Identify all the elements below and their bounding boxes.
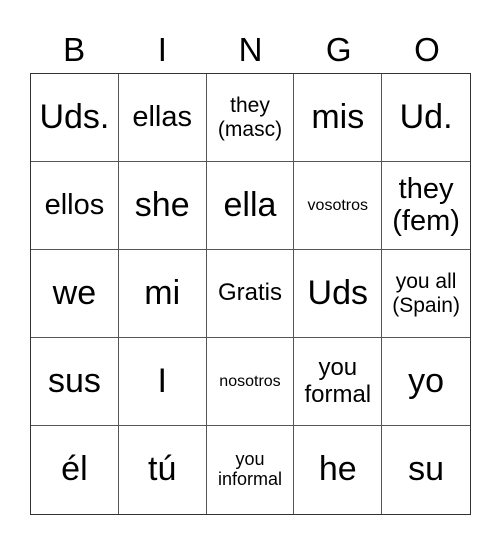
header-letter-i: I <box>157 31 167 68</box>
bingo-cell[interactable]: Uds. <box>31 74 119 162</box>
bingo-cell[interactable]: yo <box>382 338 470 426</box>
free-space-cell[interactable]: Gratis <box>206 250 295 338</box>
bingo-cell[interactable]: Ud. <box>382 74 470 162</box>
bingo-cell[interactable]: él <box>31 426 119 514</box>
bingo-cell[interactable]: they (masc) <box>206 74 295 162</box>
bingo-cell[interactable]: nosotros <box>206 338 295 426</box>
bingo-cell[interactable]: she <box>118 162 207 250</box>
bingo-cell[interactable]: he <box>294 426 383 514</box>
bingo-cell[interactable]: vosotros <box>294 162 383 250</box>
bingo-cell[interactable]: Uds <box>294 250 383 338</box>
bingo-cell[interactable]: you informal <box>207 426 295 514</box>
bingo-cell[interactable]: they (fem) <box>382 162 470 250</box>
bingo-cell[interactable]: tú <box>119 426 207 514</box>
bingo-cell[interactable]: you all (Spain) <box>382 250 470 338</box>
bingo-cell[interactable]: mi <box>118 250 207 338</box>
bingo-cell[interactable]: I <box>118 338 207 426</box>
bingo-cell[interactable]: ellos <box>31 162 119 250</box>
header-letter-o: O <box>414 31 440 68</box>
header-letter-b: B <box>63 31 86 68</box>
bingo-cell[interactable]: su <box>382 426 470 514</box>
bingo-cell[interactable]: we <box>31 250 119 338</box>
header-letter-n: N <box>238 31 263 68</box>
bingo-cell[interactable]: you formal <box>294 338 383 426</box>
bingo-header: B I N G O <box>30 28 471 72</box>
bingo-cell[interactable]: sus <box>31 338 119 426</box>
bingo-cell[interactable]: ellas <box>118 74 207 162</box>
bingo-cell[interactable]: ella <box>206 162 295 250</box>
header-letter-g: G <box>325 31 352 68</box>
bingo-cell[interactable]: mis <box>294 74 383 162</box>
bingo-board: Uds. ellas they (masc) mis Ud. ellos she… <box>30 73 471 515</box>
